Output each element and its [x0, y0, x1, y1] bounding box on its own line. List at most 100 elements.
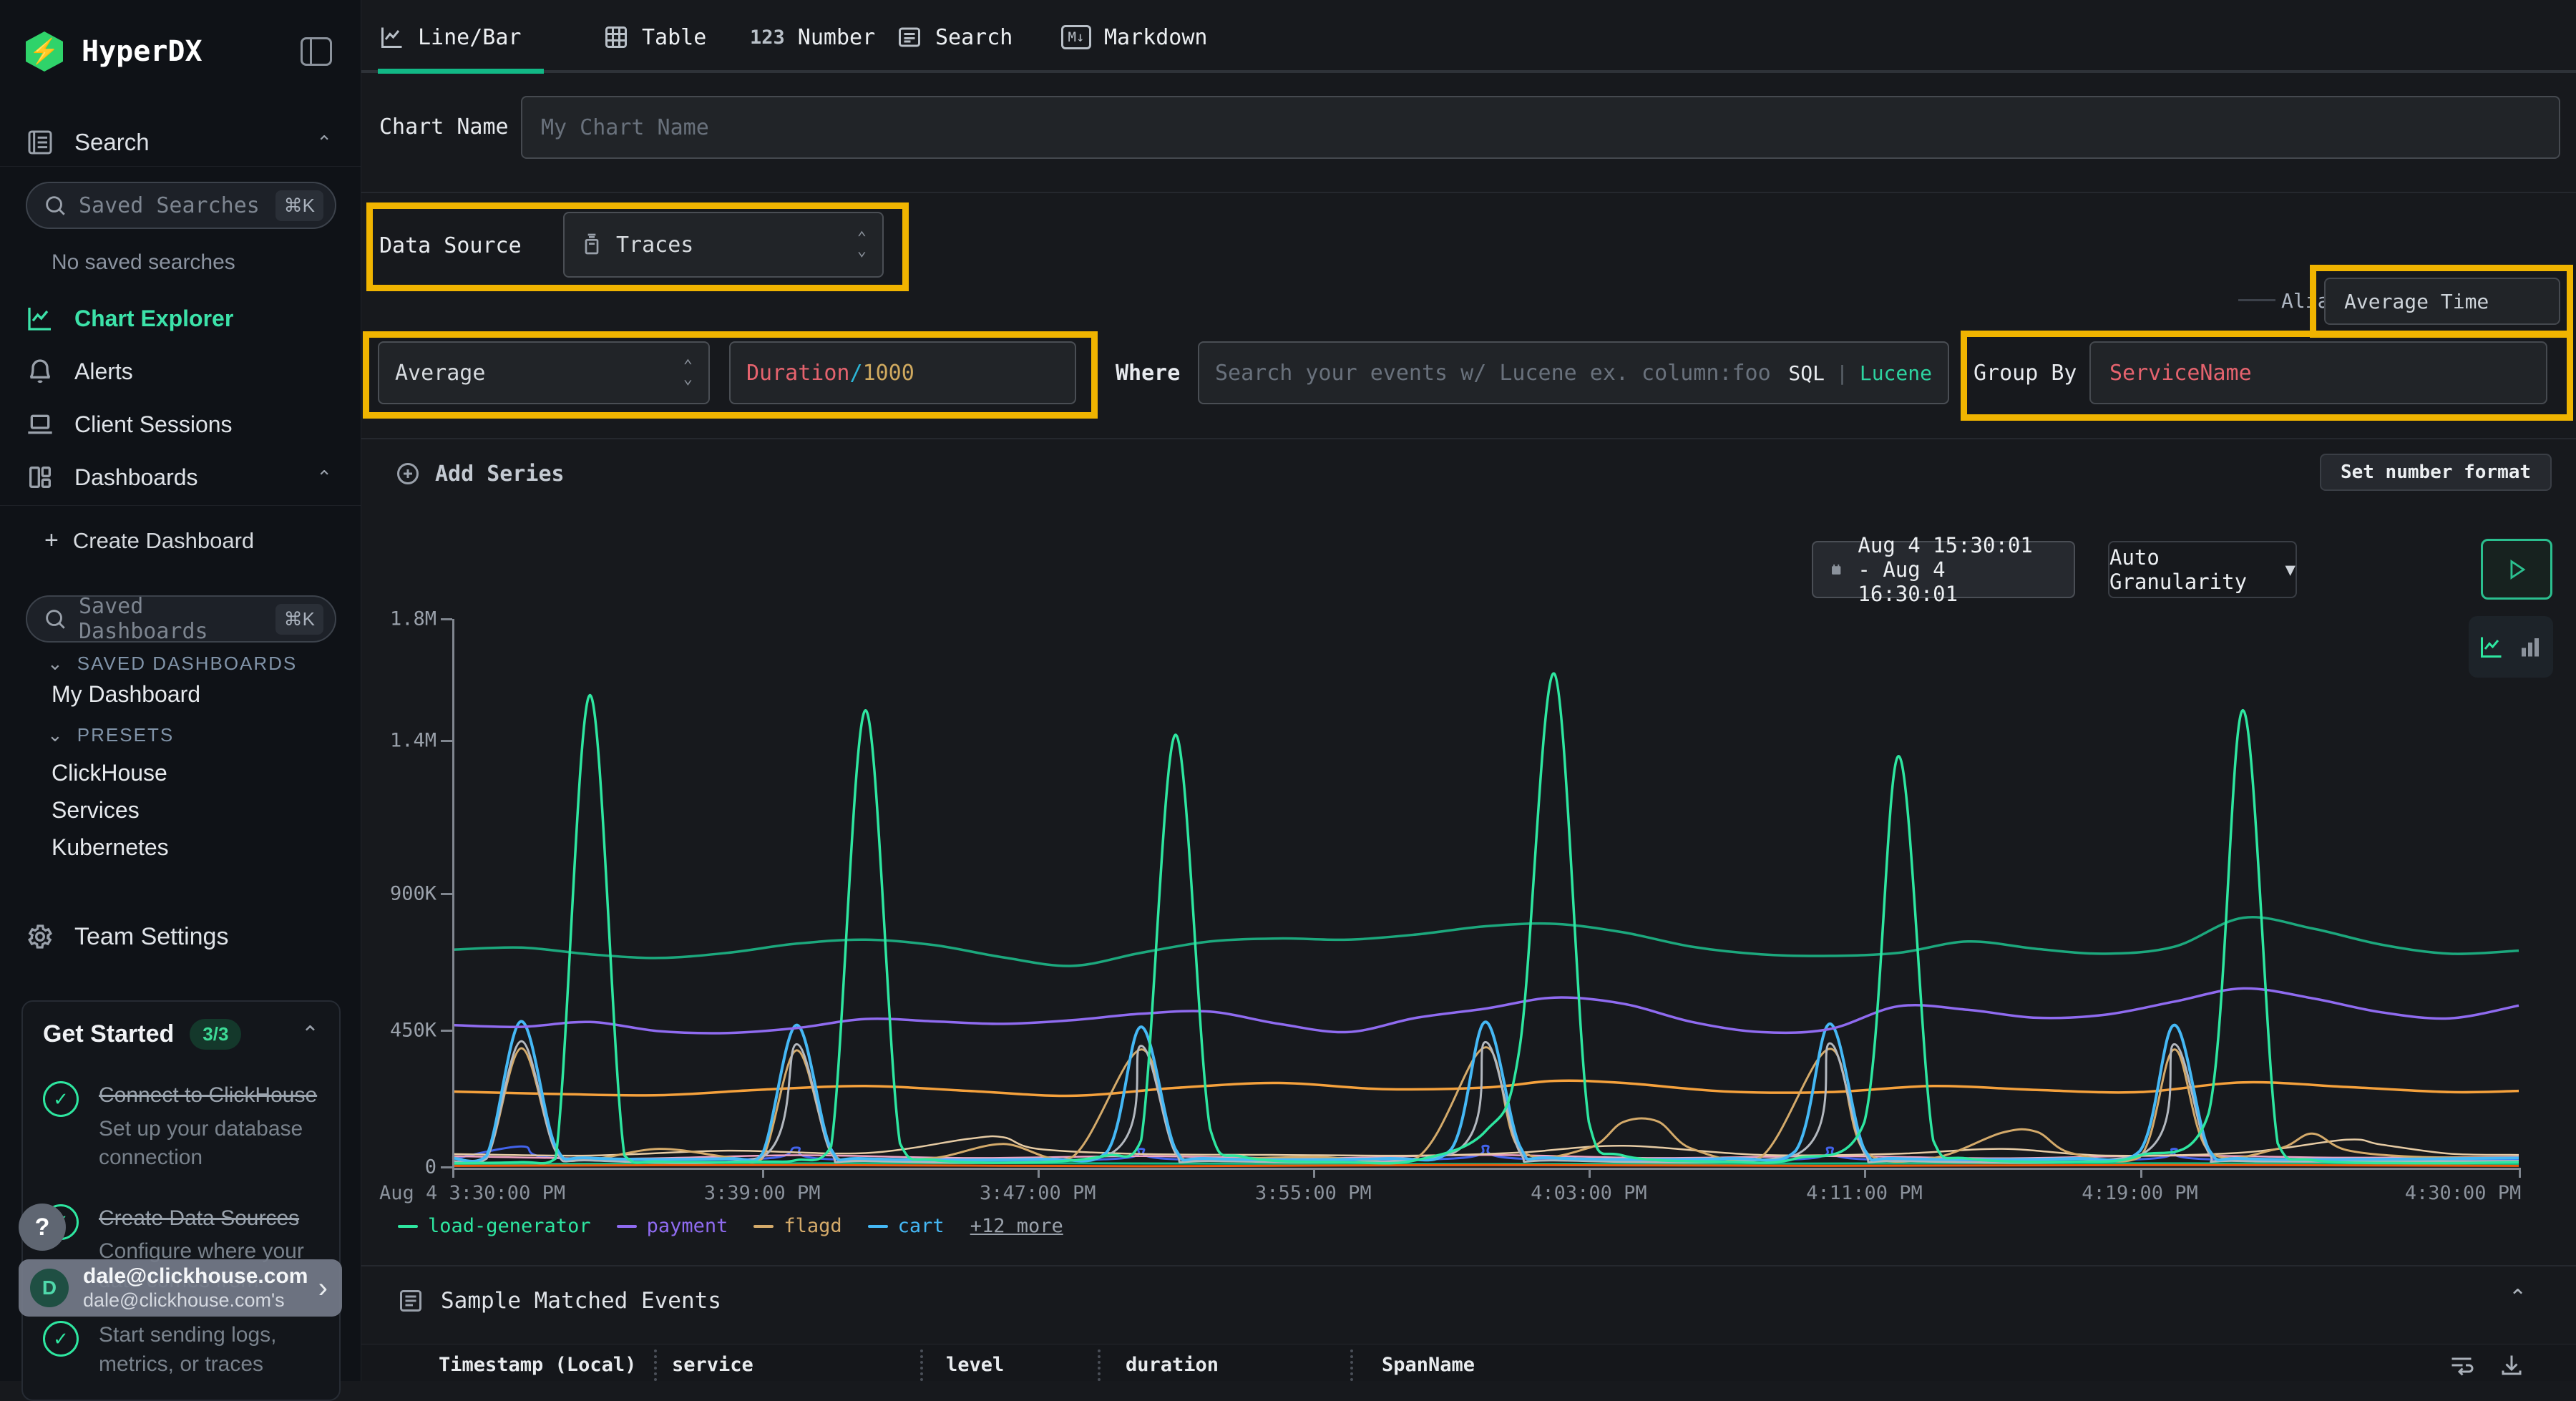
chevron-up-icon[interactable]: ⌃: [301, 1022, 319, 1047]
line-chart-icon: [2479, 634, 2504, 660]
group-by-label: Group By: [1974, 361, 2077, 386]
search-section-label: Search: [74, 129, 316, 156]
saved-dashboards-group[interactable]: ⌄ SAVED DASHBOARDS: [47, 653, 297, 675]
divider: [0, 166, 361, 167]
123-icon: 123: [750, 26, 785, 49]
set-number-format-button[interactable]: Set number format: [2320, 454, 2552, 491]
sidebar-item-clickhouse[interactable]: ClickHouse: [52, 760, 167, 786]
where-input[interactable]: Search your events w/ Lucene ex. column:…: [1198, 341, 1949, 404]
laptop-icon: [26, 410, 54, 439]
avatar: D: [30, 1269, 69, 1307]
tab-search[interactable]: Search: [897, 17, 1013, 57]
sql-toggle[interactable]: SQL: [1788, 361, 1825, 385]
get-started-item-send-data[interactable]: ✓ Start sending logs, metrics, or traces: [43, 1321, 319, 1379]
column-header-level[interactable]: level: [946, 1354, 1004, 1376]
sidebar-item-team-settings[interactable]: Team Settings: [0, 910, 361, 963]
chart-type-toggle[interactable]: [2469, 616, 2553, 678]
select-chevrons-icon: ⌃⌄: [683, 360, 693, 385]
alias-dash: [2238, 299, 2275, 301]
tab-track: [361, 70, 2576, 73]
tab-markdown[interactable]: M↓ Markdown: [1061, 17, 1208, 57]
gear-icon: [26, 922, 54, 951]
user-email: dale@clickhouse.com: [83, 1264, 318, 1289]
column-separator[interactable]: [1350, 1349, 1353, 1381]
data-source-select[interactable]: Traces ⌃⌄: [563, 212, 884, 278]
sidebar-item-alerts[interactable]: Alerts: [0, 345, 361, 398]
sidebar-item-my-dashboard[interactable]: My Dashboard: [52, 681, 200, 708]
presets-group[interactable]: ⌄ PRESETS: [47, 724, 174, 746]
shortcut-badge: ⌘K: [275, 190, 323, 221]
chart-line-icon: [26, 304, 54, 333]
chart-name-input[interactable]: [521, 96, 2560, 159]
column-separator[interactable]: [920, 1349, 923, 1381]
aggregation-value: Average: [395, 361, 485, 386]
bar-chart-icon: [2517, 634, 2543, 660]
brand: ⚡ HyperDX: [26, 29, 341, 74]
search-section-header[interactable]: Search ⌃: [0, 119, 361, 166]
search-icon: [43, 607, 67, 631]
check-circle-icon: ✓: [43, 1321, 79, 1357]
download-icon[interactable]: [2499, 1352, 2524, 1378]
field-expression-input[interactable]: Duration / 1000: [729, 341, 1076, 404]
saved-dashboards-input[interactable]: Saved Dashboards ⌘K: [26, 595, 336, 643]
add-series-button[interactable]: Add Series: [395, 461, 565, 487]
run-query-button[interactable]: [2481, 539, 2552, 600]
alias-input[interactable]: [2324, 278, 2560, 325]
markdown-icon: M↓: [1061, 25, 1091, 49]
database-icon: [580, 233, 603, 256]
column-header-spanname[interactable]: SpanName: [1382, 1354, 1475, 1376]
column-header-timestamp[interactable]: Timestamp (Local): [439, 1354, 636, 1376]
bell-icon: [26, 357, 54, 386]
collapse-panel-icon[interactable]: ⌃: [2509, 1285, 2527, 1310]
active-tab-underline: [378, 69, 544, 74]
sidebar-item-services[interactable]: Services: [52, 797, 140, 824]
layout-grid-icon: [26, 463, 54, 492]
saved-dashboards-placeholder: Saved Dashboards: [79, 594, 275, 644]
shortcut-badge: ⌘K: [275, 604, 323, 635]
brand-name: HyperDX: [82, 35, 203, 68]
hyperdx-logo-icon: ⚡: [26, 31, 63, 72]
operand-token: 1000: [863, 361, 914, 386]
get-started-item-connect[interactable]: ✓ Connect to ClickHouse Set up your data…: [43, 1081, 319, 1173]
get-started-progress-badge: 3/3: [190, 1019, 241, 1050]
tab-table[interactable]: Table: [603, 17, 706, 57]
column-header-service[interactable]: service: [672, 1354, 753, 1376]
sample-events-header[interactable]: Sample Matched Events: [398, 1288, 721, 1314]
sidebar-item-client-sessions[interactable]: Client Sessions: [0, 398, 361, 451]
user-team: dale@clickhouse.com's: [83, 1289, 318, 1312]
sidebar-item-kubernetes[interactable]: Kubernetes: [52, 834, 169, 861]
sidebar-item-chart-explorer[interactable]: Chart Explorer: [0, 292, 361, 345]
sample-events-title: Sample Matched Events: [441, 1288, 721, 1314]
aggregation-select[interactable]: Average ⌃⌄: [378, 341, 710, 404]
tab-number[interactable]: 123 Number: [750, 17, 875, 57]
granularity-select[interactable]: Auto Granularity ▼: [2108, 541, 2297, 598]
help-button[interactable]: ?: [19, 1204, 66, 1251]
pipe-separator: |: [1836, 361, 1848, 385]
search-section-icon: [26, 128, 54, 157]
time-range-picker[interactable]: Aug 4 15:30:01 - Aug 4 16:30:01: [1812, 541, 2075, 598]
tab-line-bar[interactable]: Line/Bar: [379, 17, 522, 57]
column-separator[interactable]: [1098, 1349, 1101, 1381]
list-search-icon: [897, 24, 922, 50]
user-menu[interactable]: D dale@clickhouse.com dale@clickhouse.co…: [19, 1259, 342, 1317]
sidebar-item-dashboards[interactable]: Dashboards ⌃: [0, 451, 361, 504]
search-icon: [43, 193, 67, 218]
check-circle-icon: ✓: [43, 1081, 79, 1117]
wrap-lines-icon[interactable]: [2449, 1352, 2474, 1378]
create-dashboard-button[interactable]: + Create Dashboard: [44, 527, 254, 555]
divider: [361, 438, 2576, 439]
granularity-value: Auto Granularity: [2109, 545, 2267, 594]
group-by-input[interactable]: [2089, 341, 2547, 404]
collapse-sidebar-icon[interactable]: [301, 37, 332, 66]
get-started-card: Get Started 3/3 ⌃ ✓ Connect to ClickHous…: [21, 1000, 341, 1401]
lucene-toggle[interactable]: Lucene: [1860, 361, 1932, 385]
select-chevrons-icon: ⌃⌄: [857, 232, 867, 257]
data-source-label: Data Source: [379, 233, 522, 258]
chevron-down-icon: ⌄: [47, 724, 64, 746]
column-header-duration[interactable]: duration: [1126, 1354, 1219, 1376]
calendar-icon: [1830, 558, 1842, 581]
saved-searches-input[interactable]: Saved Searches ⌘K: [26, 182, 336, 229]
where-placeholder: Search your events w/ Lucene ex. column:…: [1215, 361, 1771, 386]
column-separator[interactable]: [654, 1349, 657, 1381]
chevron-down-icon: ⌄: [47, 653, 64, 675]
